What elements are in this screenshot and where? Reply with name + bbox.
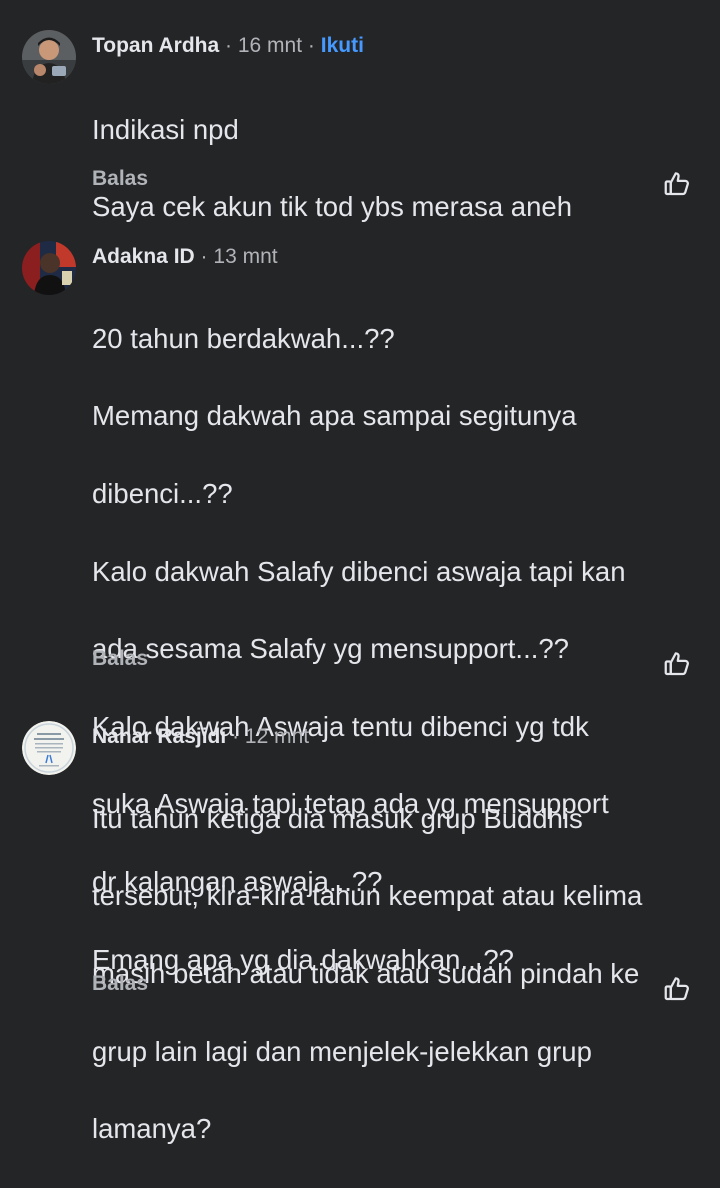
reply-button[interactable]: Balas bbox=[92, 972, 148, 996]
comment-line: Saya cek akun tik tod ybs merasa aneh bbox=[92, 191, 572, 223]
separator: · bbox=[200, 245, 208, 268]
thumbs-up-icon[interactable] bbox=[662, 169, 692, 199]
comment-line: Itu tahun ketiga dia masuk grup Buddhis bbox=[92, 802, 583, 834]
comment-line: grup lain lagi dan menjelek-jelekkan gru… bbox=[92, 1035, 592, 1067]
timestamp[interactable]: 12 mnt bbox=[245, 725, 309, 748]
comment-line: Indikasi npd bbox=[92, 113, 239, 145]
separator: · bbox=[225, 34, 233, 57]
reply-button[interactable]: Balas bbox=[92, 167, 148, 191]
comment-text: Itu tahun ketiga dia masuk grup Buddhis … bbox=[92, 761, 712, 1188]
comment-line: tersebut, kira-kira tahun keempat atau k… bbox=[92, 880, 643, 912]
comment-line: 20 tahun berdakwah...?? bbox=[92, 322, 395, 354]
comment-meta: Nahar Rasjidi · 12 mnt bbox=[92, 721, 309, 753]
thumbs-up-icon[interactable] bbox=[662, 649, 692, 679]
comment-meta: Adakna ID · 13 mnt bbox=[92, 241, 278, 273]
author-name[interactable]: Topan Ardha bbox=[92, 34, 219, 57]
comment-line: Kalo dakwah Salafy dibenci aswaja tapi k… bbox=[92, 555, 626, 587]
author-name[interactable]: Nahar Rasjidi bbox=[92, 725, 226, 748]
avatar[interactable] bbox=[22, 241, 76, 295]
comment-line: masih betah atau tidak atau sudah pindah… bbox=[92, 957, 640, 989]
author-name[interactable]: Adakna ID bbox=[92, 245, 195, 268]
comment-line: dibenci...?? bbox=[92, 477, 233, 509]
comment-line: ada sesama Salafy yg mensupport...?? bbox=[92, 633, 569, 665]
avatar[interactable] bbox=[22, 30, 76, 84]
separator: · bbox=[307, 34, 315, 57]
comment-line: Memang dakwah apa sampai segitunya bbox=[92, 400, 577, 432]
timestamp[interactable]: 16 mnt bbox=[238, 34, 302, 57]
comment-line: lamanya? bbox=[92, 1113, 212, 1145]
follow-button[interactable]: Ikuti bbox=[321, 34, 364, 57]
reply-button[interactable]: Balas bbox=[92, 647, 148, 671]
avatar[interactable] bbox=[22, 721, 76, 775]
comment-meta: Topan Ardha · 16 mnt · Ikuti bbox=[92, 30, 364, 62]
comment-text: Indikasi npd Saya cek akun tik tod ybs m… bbox=[92, 72, 712, 266]
thumbs-up-icon[interactable] bbox=[662, 974, 692, 1004]
separator: · bbox=[232, 725, 240, 748]
timestamp[interactable]: 13 mnt bbox=[213, 245, 277, 268]
